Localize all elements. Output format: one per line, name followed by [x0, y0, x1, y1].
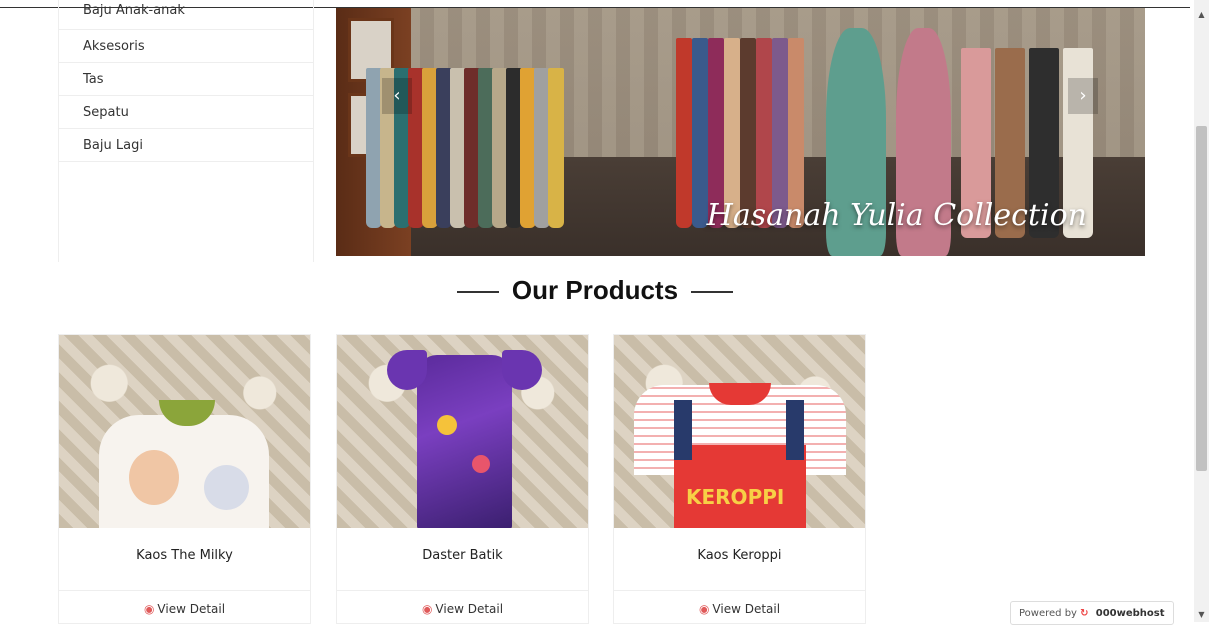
- view-detail-link[interactable]: ◉ View Detail: [614, 591, 865, 623]
- chevron-right-icon: ›: [1079, 85, 1087, 106]
- print-shape: [204, 465, 249, 510]
- banner-caption: Hasanah Yulia Collection: [706, 198, 1087, 233]
- powered-by-badge[interactable]: Powered by ↻ 000webhost: [1010, 601, 1174, 625]
- strap-shape: [786, 400, 804, 460]
- print-text: KEROPPI: [686, 485, 785, 509]
- product-image[interactable]: KEROPPI: [614, 335, 865, 528]
- hero-carousel: ‹ › Hasanah Yulia Collection: [336, 8, 1145, 256]
- product-card-daster-batik[interactable]: Daster Batik ◉ View Detail: [336, 334, 589, 624]
- print-shape: [472, 455, 490, 473]
- sidebar-item-baju-anak-anak[interactable]: Baju Anak-anak: [59, 0, 313, 30]
- scroll-up-icon[interactable]: ▲: [1197, 10, 1206, 19]
- strap-shape: [674, 400, 692, 460]
- garment-shape: [417, 355, 512, 528]
- print-shape: [437, 415, 457, 435]
- eye-icon: ◉: [143, 602, 155, 616]
- carousel-next-button[interactable]: ›: [1068, 78, 1098, 114]
- scroll-down-icon[interactable]: ▼: [1197, 610, 1206, 619]
- chevron-left-icon: ‹: [393, 85, 401, 106]
- sleeve-shape: [387, 350, 427, 390]
- vertical-scrollbar[interactable]: ▲ ▼: [1194, 0, 1209, 622]
- print-shape: [129, 450, 179, 505]
- section-title: Our Products: [511, 275, 679, 305]
- eye-icon: ◉: [421, 602, 433, 616]
- category-sidebar: Baju Anak-anak Aksesoris Tas Sepatu Baju…: [58, 0, 314, 262]
- scroll-thumb[interactable]: [1196, 126, 1207, 471]
- product-card-kaos-the-milky[interactable]: Kaos The Milky ◉ View Detail: [58, 334, 311, 624]
- sidebar-item-aksesoris[interactable]: Aksesoris: [59, 30, 313, 63]
- product-name[interactable]: Kaos Keroppi: [614, 528, 865, 591]
- product-name[interactable]: Kaos The Milky: [59, 528, 310, 591]
- section-heading: Our Products: [0, 275, 1190, 306]
- garment-shape: [99, 415, 269, 528]
- view-detail-link[interactable]: ◉ View Detail: [337, 591, 588, 623]
- heading-line-left: [456, 291, 499, 294]
- product-name[interactable]: Daster Batik: [337, 528, 588, 591]
- product-image[interactable]: [337, 335, 588, 528]
- product-image[interactable]: [59, 335, 310, 528]
- sidebar-item-baju-lagi[interactable]: Baju Lagi: [59, 129, 313, 162]
- product-card-kaos-keroppi[interactable]: KEROPPI Kaos Keroppi ◉ View Detail: [613, 334, 866, 624]
- eye-icon: ◉: [698, 602, 710, 616]
- sidebar-item-sepatu[interactable]: Sepatu: [59, 96, 313, 129]
- sidebar-item-tas[interactable]: Tas: [59, 63, 313, 96]
- carousel-prev-button[interactable]: ‹: [382, 78, 412, 114]
- webhost-logo-icon: ↻: [1080, 608, 1089, 619]
- heading-line-right: [691, 291, 734, 294]
- sleeve-shape: [502, 350, 542, 390]
- view-detail-link[interactable]: ◉ View Detail: [59, 591, 310, 623]
